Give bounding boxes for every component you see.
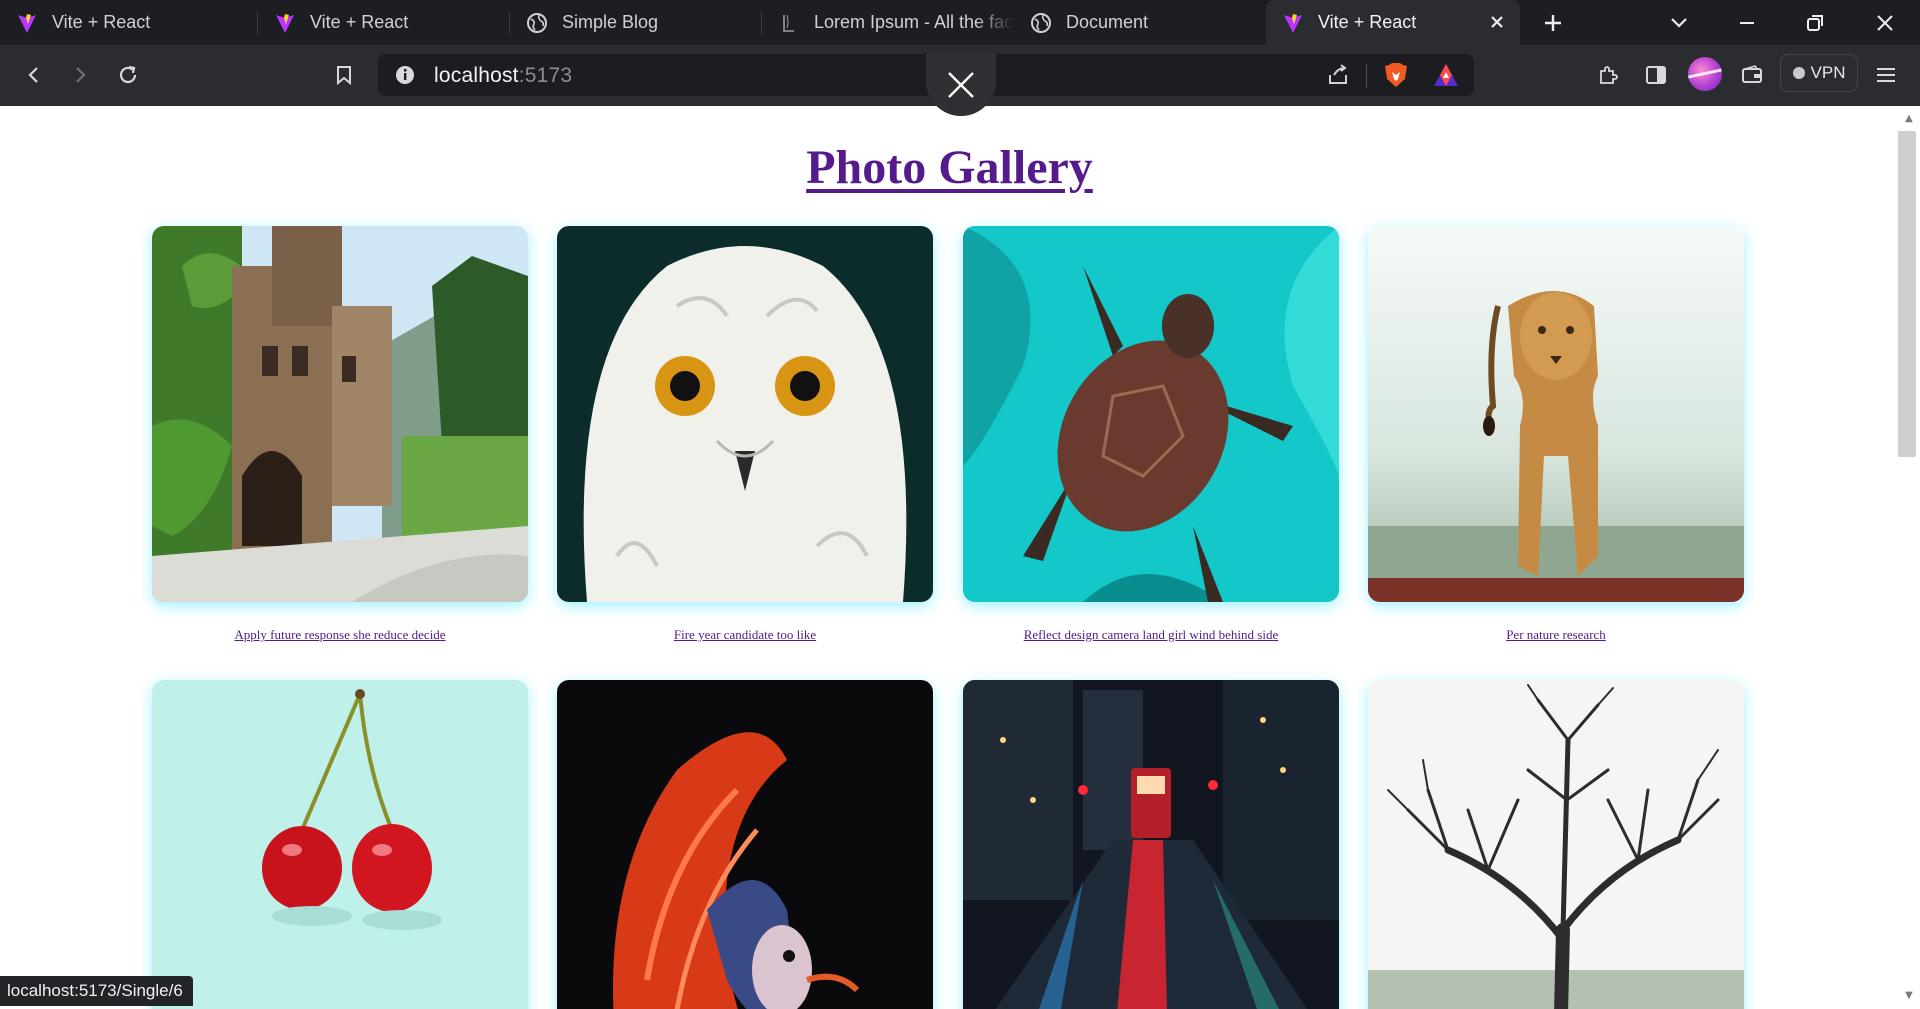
menu-icon[interactable]: [1868, 57, 1904, 93]
gallery-card[interactable]: Per nature research: [1368, 226, 1744, 642]
vpn-status-icon: [1792, 67, 1805, 79]
photo-castle[interactable]: [152, 226, 528, 602]
vite-icon: [274, 12, 296, 34]
brave-shields-icon[interactable]: [1382, 61, 1410, 89]
photo-caption-link[interactable]: Reflect design camera land girl wind beh…: [923, 627, 1379, 643]
new-tab-icon[interactable]: [1530, 0, 1576, 45]
gallery-card[interactable]: Reflect design camera land girl wind beh…: [963, 226, 1339, 642]
tab-vite-react-2[interactable]: Vite + React: [258, 0, 510, 45]
link-status-bar: localhost:5173/Single/6: [0, 976, 193, 1006]
url-text[interactable]: localhost:5173: [434, 64, 572, 88]
photo-lioness[interactable]: [1368, 226, 1744, 602]
gallery-card[interactable]: Apply future response she reduce decide: [152, 226, 528, 642]
photo-bare-tree[interactable]: [1368, 680, 1744, 1009]
gallery-card[interactable]: Fire year candidate too like: [557, 226, 933, 642]
vpn-label: VPN: [1810, 63, 1846, 82]
photo-owl[interactable]: [557, 226, 933, 602]
photo-caption-link[interactable]: Per nature research: [1328, 627, 1784, 643]
scroll-down-icon[interactable]: ▼: [1903, 990, 1915, 1002]
scrollbar-thumb[interactable]: [1898, 131, 1916, 457]
vpn-button[interactable]: VPN: [1780, 54, 1858, 92]
tab-document[interactable]: Document: [1014, 0, 1266, 45]
forward-icon[interactable]: [62, 57, 98, 93]
restore-icon[interactable]: [1792, 0, 1838, 45]
sidebar-icon[interactable]: [1638, 57, 1674, 93]
tab-title: Vite + React: [1318, 12, 1417, 32]
tab-search-chevron-icon[interactable]: [1656, 0, 1702, 45]
divider: [1366, 64, 1367, 88]
wallet-icon[interactable]: [1734, 57, 1770, 93]
tab-strip: Vite + React Vite + React Simple Blog Lo…: [0, 0, 1920, 45]
tab-title: Vite + React: [52, 12, 151, 32]
url-host: localhost: [434, 64, 519, 87]
back-icon[interactable]: [16, 57, 52, 93]
gallery-card[interactable]: [557, 680, 933, 1009]
scroll-up-icon[interactable]: ▲: [1903, 113, 1915, 125]
page-viewport: Photo Gallery Apply future response she …: [0, 106, 1899, 1009]
gallery-card[interactable]: [152, 680, 528, 1009]
reload-icon[interactable]: [110, 57, 146, 93]
photo-night-street[interactable]: [963, 680, 1339, 1009]
site-info-icon[interactable]: [394, 64, 416, 86]
photo-caption-link[interactable]: Fire year candidate too like: [517, 627, 973, 643]
profile-avatar[interactable]: [1688, 57, 1722, 91]
photo-sea-turtle[interactable]: [963, 226, 1339, 602]
tab-title: Simple Blog: [562, 12, 659, 32]
extensions-icon[interactable]: [1590, 57, 1626, 93]
close-tab-icon[interactable]: [1486, 11, 1508, 33]
vite-icon: [1282, 12, 1304, 34]
globe-icon: [526, 12, 548, 34]
brave-rewards-icon[interactable]: [1432, 62, 1460, 88]
tab-title-fade: [974, 0, 1014, 45]
page-title[interactable]: Photo Gallery: [0, 140, 1899, 195]
tab-simple-blog[interactable]: Simple Blog: [510, 0, 762, 45]
tab-vite-react-1[interactable]: Vite + React: [0, 0, 258, 45]
url-port: :5173: [518, 64, 573, 87]
globe-icon: [1030, 12, 1052, 34]
close-window-icon[interactable]: [1862, 0, 1908, 45]
tab-vite-react-active[interactable]: Vite + React: [1266, 0, 1520, 45]
share-icon[interactable]: [1326, 63, 1350, 87]
photo-caption-link[interactable]: Apply future response she reduce decide: [112, 627, 568, 643]
vite-icon: [16, 12, 38, 34]
tab-title: Document: [1066, 12, 1149, 32]
photo-betta-fish[interactable]: [557, 680, 933, 1009]
gallery-card[interactable]: [963, 680, 1339, 1009]
lipsum-icon: [778, 12, 800, 34]
minimize-icon[interactable]: [1724, 0, 1770, 45]
photo-cherries[interactable]: [152, 680, 528, 1009]
tab-title: Vite + React: [310, 12, 409, 32]
tab-lorem-ipsum[interactable]: Lorem Ipsum - All the facts: [762, 0, 1014, 45]
bookmark-icon[interactable]: [326, 57, 362, 93]
gallery-card[interactable]: [1368, 680, 1744, 1009]
